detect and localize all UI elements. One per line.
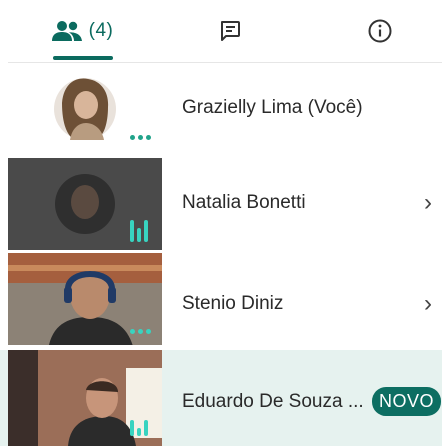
tab-info[interactable] xyxy=(350,0,410,62)
participant-tile xyxy=(8,63,162,155)
audio-level-icon xyxy=(130,420,148,436)
info-icon xyxy=(368,19,392,43)
active-tab-indicator xyxy=(53,56,113,60)
more-options-icon[interactable] xyxy=(130,329,151,334)
participants-tab-bar: (4) xyxy=(0,0,442,62)
participant-row[interactable]: Stenio Diniz › xyxy=(0,253,442,345)
participant-name: Eduardo De Souza ... xyxy=(182,391,364,412)
tab-people[interactable]: (4) xyxy=(40,0,124,62)
chevron-right-icon[interactable]: › xyxy=(424,290,432,318)
participant-name: Natalia Bonetti xyxy=(182,192,306,213)
participant-row[interactable]: Natalia Bonetti › xyxy=(0,158,442,250)
chat-icon xyxy=(221,21,240,41)
participant-row[interactable]: Grazielly Lima (Você) xyxy=(0,63,442,155)
audio-level-icon xyxy=(130,220,148,242)
participant-tile xyxy=(8,253,162,345)
participant-name: Stenio Diniz xyxy=(182,293,284,314)
new-badge: NOVO xyxy=(372,387,442,416)
more-options-icon[interactable] xyxy=(130,135,151,140)
tab-chat[interactable] xyxy=(200,0,260,62)
avatar xyxy=(8,63,162,155)
participant-count: (4) xyxy=(88,20,114,41)
participant-tile xyxy=(8,158,162,250)
chevron-right-icon[interactable]: › xyxy=(424,189,432,217)
people-icon xyxy=(51,21,82,41)
participant-tile xyxy=(8,350,162,446)
participant-name: Grazielly Lima (Você) xyxy=(182,97,363,118)
participant-row-new[interactable]: Eduardo De Souza ... NOVO xyxy=(0,350,442,446)
